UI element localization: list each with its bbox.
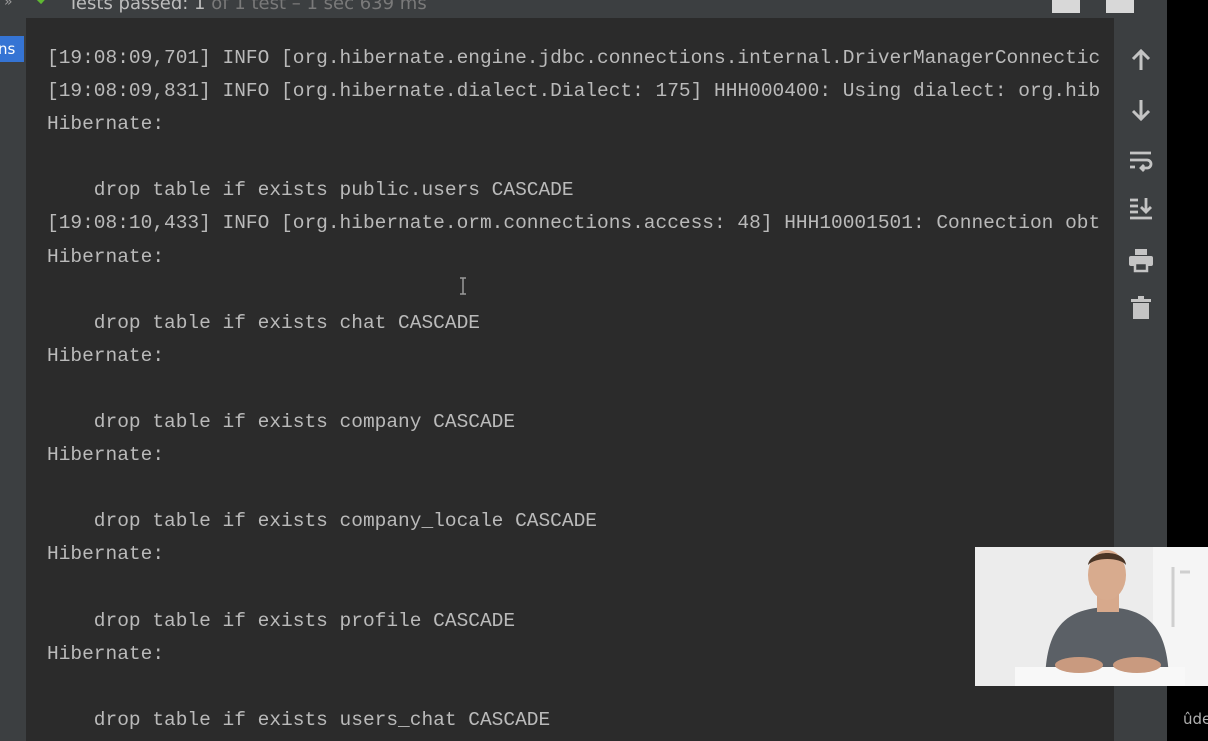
webcam-overlay bbox=[975, 547, 1208, 686]
presenter-image bbox=[975, 547, 1208, 686]
soft-wrap-icon[interactable] bbox=[1127, 146, 1155, 174]
left-tool-strip bbox=[0, 18, 26, 741]
brand-watermark: ûde bbox=[1183, 710, 1208, 728]
trash-icon[interactable] bbox=[1127, 294, 1155, 322]
console-line: Hibernate: bbox=[47, 543, 165, 566]
text-cursor-icon bbox=[460, 277, 466, 295]
console-line: drop table if exists company_locale CASC… bbox=[47, 510, 597, 533]
window-control-button[interactable] bbox=[1106, 0, 1134, 13]
console-line: [19:08:09,831] INFO [org.hibernate.diale… bbox=[47, 80, 1101, 103]
console-line: drop table if exists profile CASCADE bbox=[47, 609, 516, 632]
arrow-down-icon[interactable] bbox=[1127, 96, 1155, 124]
test-status-bar: » Tests passed: 1 of 1 test – 1 sec 639 … bbox=[0, 0, 1167, 18]
console-log: [19:08:09,701] INFO [org.hibernate.engin… bbox=[47, 42, 1100, 737]
console-line: drop table if exists users_chat CASCADE bbox=[47, 708, 551, 731]
console-line: Hibernate: bbox=[47, 344, 165, 367]
expand-chevron-icon[interactable]: » bbox=[4, 0, 13, 10]
console-line: Hibernate: bbox=[47, 444, 165, 467]
arrow-up-icon[interactable] bbox=[1127, 46, 1155, 74]
console-output[interactable]: [19:08:09,701] INFO [org.hibernate.engin… bbox=[26, 18, 1114, 741]
print-icon[interactable] bbox=[1127, 246, 1155, 274]
window-control-button[interactable] bbox=[1052, 0, 1080, 13]
test-status-text: Tests passed: 1 of 1 test – 1 sec 639 ms bbox=[68, 0, 427, 14]
console-line: Hibernate: bbox=[47, 642, 165, 665]
scroll-to-end-icon[interactable] bbox=[1127, 194, 1155, 222]
left-tab[interactable]: ns bbox=[0, 36, 24, 62]
console-line: drop table if exists company CASCADE bbox=[47, 411, 516, 434]
console-line: [19:08:10,433] INFO [org.hibernate.orm.c… bbox=[47, 212, 1101, 235]
console-line: Hibernate: bbox=[47, 245, 165, 268]
console-line: Hibernate: bbox=[47, 113, 165, 136]
console-line: drop table if exists chat CASCADE bbox=[47, 311, 480, 334]
console-line: drop table if exists public.users CASCAD… bbox=[47, 179, 574, 202]
console-line: [19:08:09,701] INFO [org.hibernate.engin… bbox=[47, 47, 1101, 69]
check-icon bbox=[36, 0, 45, 5]
